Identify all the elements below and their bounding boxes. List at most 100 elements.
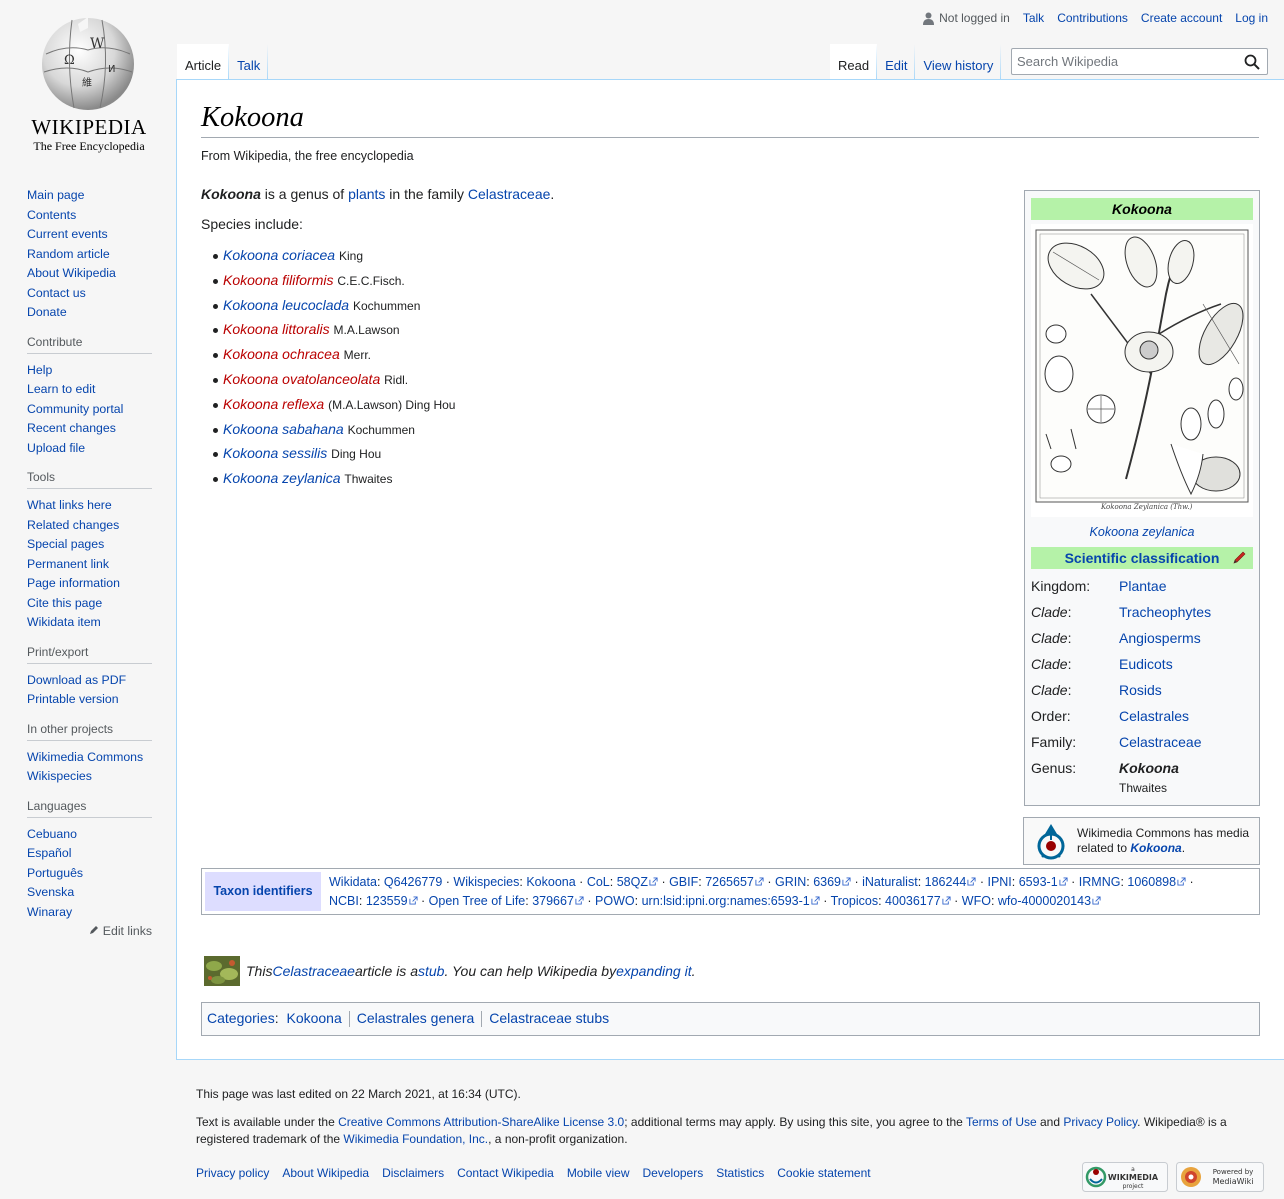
rank-value-link[interactable]: Celastrales [1119,708,1189,724]
taxon-id-link[interactable]: 7265657 [705,875,754,889]
sidebar-item-lang-winaray[interactable]: Winaray [27,905,72,919]
sidebar-item-help[interactable]: Help [27,363,52,377]
stub-link[interactable]: stub [418,963,444,979]
species-link[interactable]: Kokoona coriacea [223,247,335,263]
sidebar-item-current-events[interactable]: Current events [27,227,108,241]
species-link[interactable]: Kokoona ochracea [223,346,340,362]
species-link[interactable]: Kokoona ovatolanceolata [223,371,380,387]
sidebar-item-random-article[interactable]: Random article [27,247,110,261]
taxon-db-link[interactable]: WFO [962,894,991,908]
taxon-id-link[interactable]: wfo-4000020143 [998,894,1091,908]
taxon-id-link[interactable]: Kokoona [526,875,575,889]
taxon-id-link[interactable]: 379667 [532,894,574,908]
sidebar-item-related-changes[interactable]: Related changes [27,518,119,532]
edit-pencil-icon[interactable] [1232,550,1247,565]
footer-link-cookie-statement[interactable]: Cookie statement [777,1166,870,1180]
species-link[interactable]: Kokoona zeylanica [223,470,341,486]
terms-link[interactable]: Terms of Use [966,1115,1037,1129]
sidebar-item-what-links-here[interactable]: What links here [27,498,112,512]
taxon-db-link[interactable]: GBIF [669,875,698,889]
wikimedia-project-badge[interactable]: a WIKIMEDIA project [1082,1162,1168,1192]
edit-links[interactable]: Edit links [27,924,152,938]
sidebar-item-cite-this-page[interactable]: Cite this page [27,596,102,610]
expand-link[interactable]: expanding it [616,963,692,979]
log-in-link[interactable]: Log in [1235,11,1268,25]
rank-value-link[interactable]: Plantae [1119,578,1166,594]
search-icon[interactable] [1244,54,1260,70]
species-link[interactable]: Kokoona reflexa [223,396,324,412]
taxon-db-link[interactable]: Open Tree of Life [429,894,526,908]
species-link[interactable]: Kokoona sessilis [223,445,327,461]
privacy-policy-link[interactable]: Privacy Policy [1063,1115,1137,1129]
taxon-db-link[interactable]: IRMNG [1079,875,1121,889]
footer-link-about[interactable]: About Wikipedia [282,1166,369,1180]
sidebar-item-donate[interactable]: Donate [27,305,67,319]
footer-link-developers[interactable]: Developers [643,1166,704,1180]
categories-label[interactable]: Categories [207,1010,275,1026]
sidebar-item-main-page[interactable]: Main page [27,188,84,202]
link-celastraceae[interactable]: Celastraceae [468,186,551,202]
taxon-id-link[interactable]: 6369 [813,875,841,889]
category-link[interactable]: Celastrales genera [357,1010,475,1026]
stub-family-link[interactable]: Celastraceae [272,963,355,979]
caption-link[interactable]: Kokoona zeylanica [1090,525,1195,539]
taxon-db-link[interactable]: Wikidata [329,875,377,889]
taxon-id-link[interactable]: 6593-1 [1019,875,1058,889]
rank-value-link[interactable]: Eudicots [1119,656,1173,672]
rank-value-link[interactable]: Angiosperms [1119,630,1201,646]
species-link[interactable]: Kokoona sabahana [223,421,344,437]
taxon-db-link[interactable]: iNaturalist [862,875,918,889]
powered-by-mediawiki-badge[interactable]: Powered by MediaWiki [1176,1162,1264,1192]
tab-read[interactable]: Read [830,44,878,80]
sidebar-item-printable-version[interactable]: Printable version [27,692,119,706]
footer-link-statistics[interactable]: Statistics [716,1166,764,1180]
footer-link-disclaimers[interactable]: Disclaimers [382,1166,444,1180]
user-talk-link[interactable]: Talk [1023,11,1044,25]
taxon-db-link[interactable]: GRIN [775,875,806,889]
category-link[interactable]: Kokoona [286,1010,341,1026]
tab-article[interactable]: Article [177,44,230,80]
sidebar-item-wikidata-item[interactable]: Wikidata item [27,615,101,629]
footer-link-privacy[interactable]: Privacy policy [196,1166,269,1180]
taxon-id-link[interactable]: Q6426779 [384,875,442,889]
commons-link[interactable]: Kokoona [1130,841,1181,855]
species-link[interactable]: Kokoona filiformis [223,272,334,288]
taxon-id-link[interactable]: 58QZ [617,875,648,889]
user-contributions-link[interactable]: Contributions [1057,11,1128,25]
taxon-db-link[interactable]: NCBI [329,894,359,908]
taxon-identifiers-heading[interactable]: Taxon identifiers [205,872,321,911]
create-account-link[interactable]: Create account [1141,11,1222,25]
sidebar-item-learn-to-edit[interactable]: Learn to edit [27,382,95,396]
search-input[interactable] [1017,54,1232,69]
taxon-id-link[interactable]: 123559 [366,894,408,908]
sidebar-item-about-wikipedia[interactable]: About Wikipedia [27,266,116,280]
sidebar-item-lang-portugues[interactable]: Português [27,866,83,880]
taxon-id-link[interactable]: 40036177 [885,894,941,908]
sidebar-item-lang-cebuano[interactable]: Cebuano [27,827,77,841]
sidebar-item-lang-espanol[interactable]: Español [27,846,71,860]
taxon-db-link[interactable]: CoL [587,875,610,889]
tab-view-history[interactable]: View history [915,44,1002,80]
sidebar-item-upload-file[interactable]: Upload file [27,441,85,455]
sidebar-item-page-information[interactable]: Page information [27,576,120,590]
taxon-db-link[interactable]: IPNI [987,875,1011,889]
category-link[interactable]: Celastraceae stubs [489,1010,609,1026]
footer-link-contact[interactable]: Contact Wikipedia [457,1166,554,1180]
sidebar-item-wikispecies[interactable]: Wikispecies [27,769,92,783]
taxobox-caption[interactable]: Kokoona zeylanica [1031,525,1253,539]
rank-value-link[interactable]: Tracheophytes [1119,604,1211,620]
taxon-id-link[interactable]: urn:lsid:ipni.org:names:6593-1 [642,894,810,908]
license-link[interactable]: Creative Commons Attribution-ShareAlike … [338,1115,624,1129]
taxon-db-link[interactable]: Wikispecies [453,875,519,889]
taxon-id-link[interactable]: 186244 [925,875,967,889]
botanical-illustration[interactable]: Kokoona Zeylanica (Thw.) [1031,224,1253,517]
sidebar-item-permanent-link[interactable]: Permanent link [27,557,109,571]
sidebar-item-lang-svenska[interactable]: Svenska [27,885,74,899]
taxon-id-link[interactable]: 1060898 [1127,875,1176,889]
foundation-link[interactable]: Wikimedia Foundation, Inc. [343,1132,488,1146]
rank-value-link[interactable]: Celastraceae [1119,734,1202,750]
sidebar-item-download-pdf[interactable]: Download as PDF [27,673,126,687]
species-link[interactable]: Kokoona littoralis [223,321,330,337]
scientific-classification-heading[interactable]: Scientific classification [1031,547,1253,569]
sidebar-item-contact-us[interactable]: Contact us [27,286,86,300]
